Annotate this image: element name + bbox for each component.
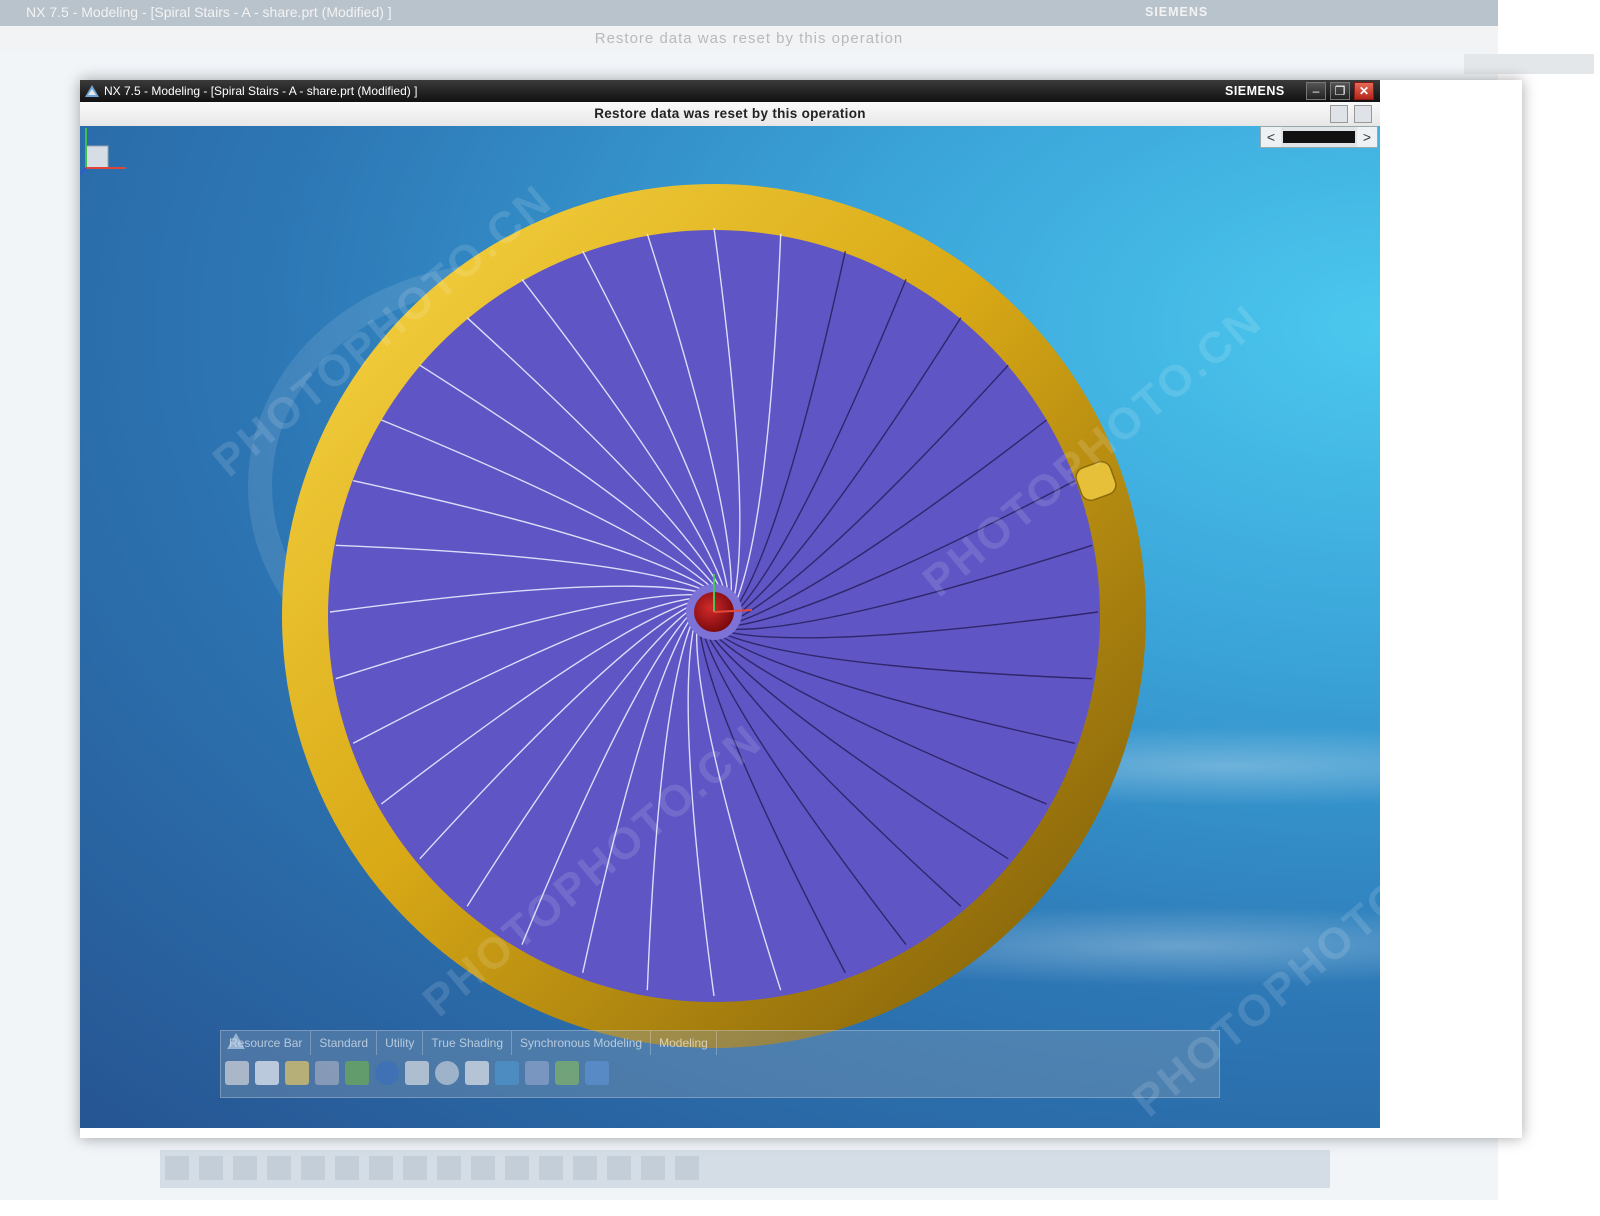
spiral-stair-model bbox=[248, 184, 1380, 1048]
nx-logo-icon bbox=[227, 1033, 245, 1049]
toolbar-tabs: Resource Bar Standard Utility True Shadi… bbox=[221, 1031, 717, 1055]
image-icon[interactable] bbox=[585, 1061, 609, 1085]
new-icon[interactable] bbox=[255, 1061, 279, 1085]
constraint-icon[interactable] bbox=[315, 1061, 339, 1085]
status-line: Restore data was reset by this operation bbox=[80, 102, 1380, 127]
assembly-icon[interactable] bbox=[285, 1061, 309, 1085]
list-icon[interactable] bbox=[465, 1061, 489, 1085]
background-toolbar-icons bbox=[165, 1156, 699, 1180]
background-status-line: Restore data was reset by this operation bbox=[0, 26, 1498, 52]
horizontal-scrollbar[interactable]: < > bbox=[1260, 126, 1378, 148]
scroll-left-arrow-icon[interactable]: < bbox=[1261, 127, 1281, 147]
scroll-right-arrow-icon[interactable]: > bbox=[1357, 127, 1377, 147]
part-navigator-icon[interactable] bbox=[345, 1061, 369, 1085]
tab-true-shading[interactable]: True Shading bbox=[423, 1031, 513, 1055]
history-icon[interactable] bbox=[435, 1061, 459, 1085]
tab-utility[interactable]: Utility bbox=[377, 1031, 424, 1055]
settings-gear-icon[interactable] bbox=[225, 1061, 249, 1085]
nx-app-icon bbox=[85, 85, 99, 97]
analysis-icon[interactable] bbox=[495, 1061, 519, 1085]
tab-modeling[interactable]: Modeling bbox=[651, 1031, 717, 1055]
background-title: NX 7.5 - Modeling - [Spiral Stairs - A -… bbox=[26, 4, 392, 20]
tab-synchronous-modeling[interactable]: Synchronous Modeling bbox=[512, 1031, 652, 1055]
window-title: NX 7.5 - Modeling - [Spiral Stairs - A -… bbox=[104, 84, 418, 98]
nx-main-window: NX 7.5 - Modeling - [Spiral Stairs - A -… bbox=[80, 80, 1522, 1138]
info-icon[interactable] bbox=[375, 1061, 399, 1085]
scroll-thumb[interactable] bbox=[1283, 131, 1355, 143]
minimize-button[interactable]: ‒ bbox=[1306, 82, 1326, 100]
siemens-brand: SIEMENS bbox=[1225, 84, 1285, 98]
status-message: Restore data was reset by this operation bbox=[594, 106, 866, 121]
close-button[interactable]: ✕ bbox=[1354, 82, 1374, 100]
tab-standard[interactable]: Standard bbox=[311, 1031, 378, 1055]
status-icons bbox=[1330, 105, 1372, 123]
background-brand: SIEMENS bbox=[1145, 5, 1209, 19]
graphics-viewport[interactable]: < > Resource Bar Standard Utility True S… bbox=[80, 126, 1380, 1128]
docked-toolbar: Resource Bar Standard Utility True Shadi… bbox=[220, 1030, 1220, 1098]
roles-icon[interactable] bbox=[555, 1061, 579, 1085]
status-window-icon[interactable] bbox=[1330, 105, 1348, 123]
cursor-icon[interactable] bbox=[525, 1061, 549, 1085]
background-titlebar: NX 7.5 - Modeling - [Spiral Stairs - A -… bbox=[0, 0, 1498, 26]
title-bar: NX 7.5 - Modeling - [Spiral Stairs - A -… bbox=[80, 80, 1380, 102]
background-scrollbar bbox=[1464, 54, 1594, 74]
view-triad-icon[interactable] bbox=[80, 126, 130, 176]
document-icon[interactable] bbox=[405, 1061, 429, 1085]
toolbar-icons bbox=[225, 1061, 609, 1085]
full-screen-icon[interactable] bbox=[1354, 105, 1372, 123]
restore-button[interactable]: ❐ bbox=[1330, 82, 1350, 100]
